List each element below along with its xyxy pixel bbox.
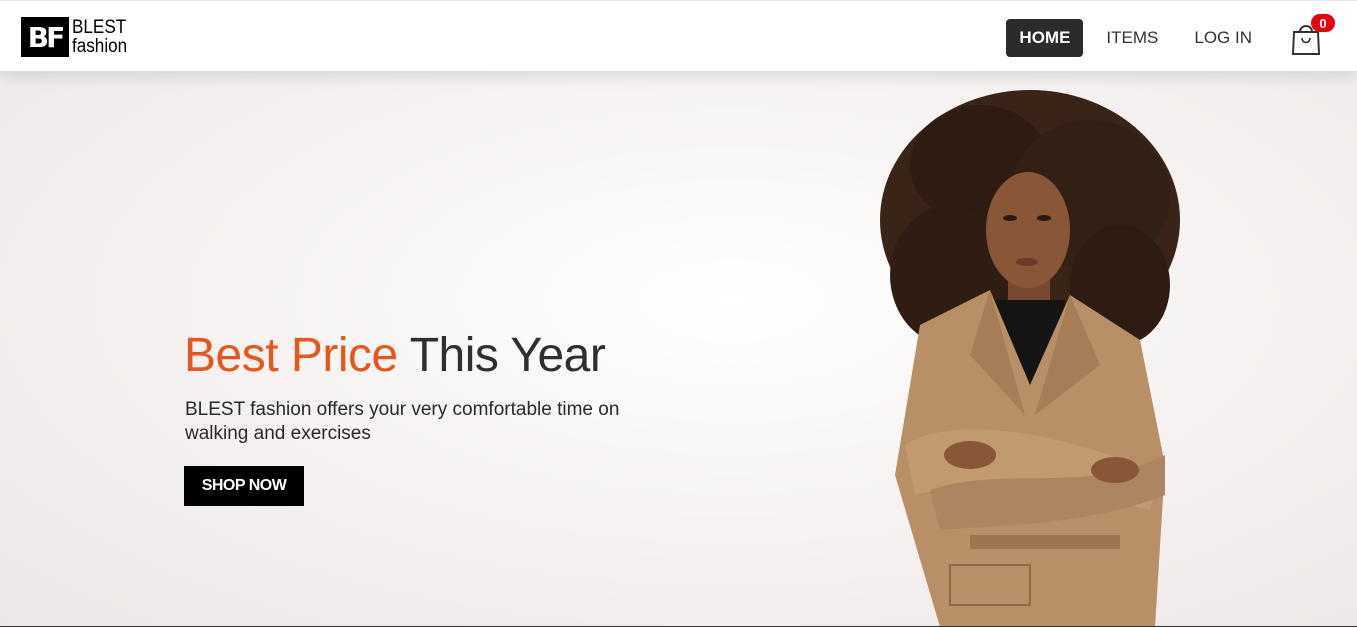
shop-now-button[interactable]: SHOP NOW [184,466,304,506]
logo-wordmark: BLEST fashion [72,18,127,56]
top-navbar: BF BLEST fashion HOME ITEMS LOG IN 0 [0,0,1357,71]
main-nav: HOME ITEMS LOG IN 0 [1006,14,1357,57]
cart-count-badge: 0 [1311,14,1335,32]
nav-log-in[interactable]: LOG IN [1181,19,1265,57]
logo-line1: BLEST [72,17,127,38]
hero-title-accent: Best Price [184,329,398,382]
nav-home[interactable]: HOME [1006,19,1084,57]
cart-button[interactable]: 0 [1291,14,1335,55]
hero-title: Best Price This Year [184,328,606,383]
logo-mark-text: BF [27,20,66,54]
hero-title-rest: This Year [397,329,606,382]
logo-line2: fashion [72,36,128,57]
hero-model-image [880,90,1180,627]
brand-logo[interactable]: BF BLEST fashion [21,16,133,58]
hero-subtitle: BLEST fashion offers your very comfortab… [185,399,620,444]
hero-section: Best Price This Year BLEST fashion offer… [0,0,1357,627]
logo-mark: BF [21,17,69,57]
nav-items[interactable]: ITEMS [1093,19,1171,57]
